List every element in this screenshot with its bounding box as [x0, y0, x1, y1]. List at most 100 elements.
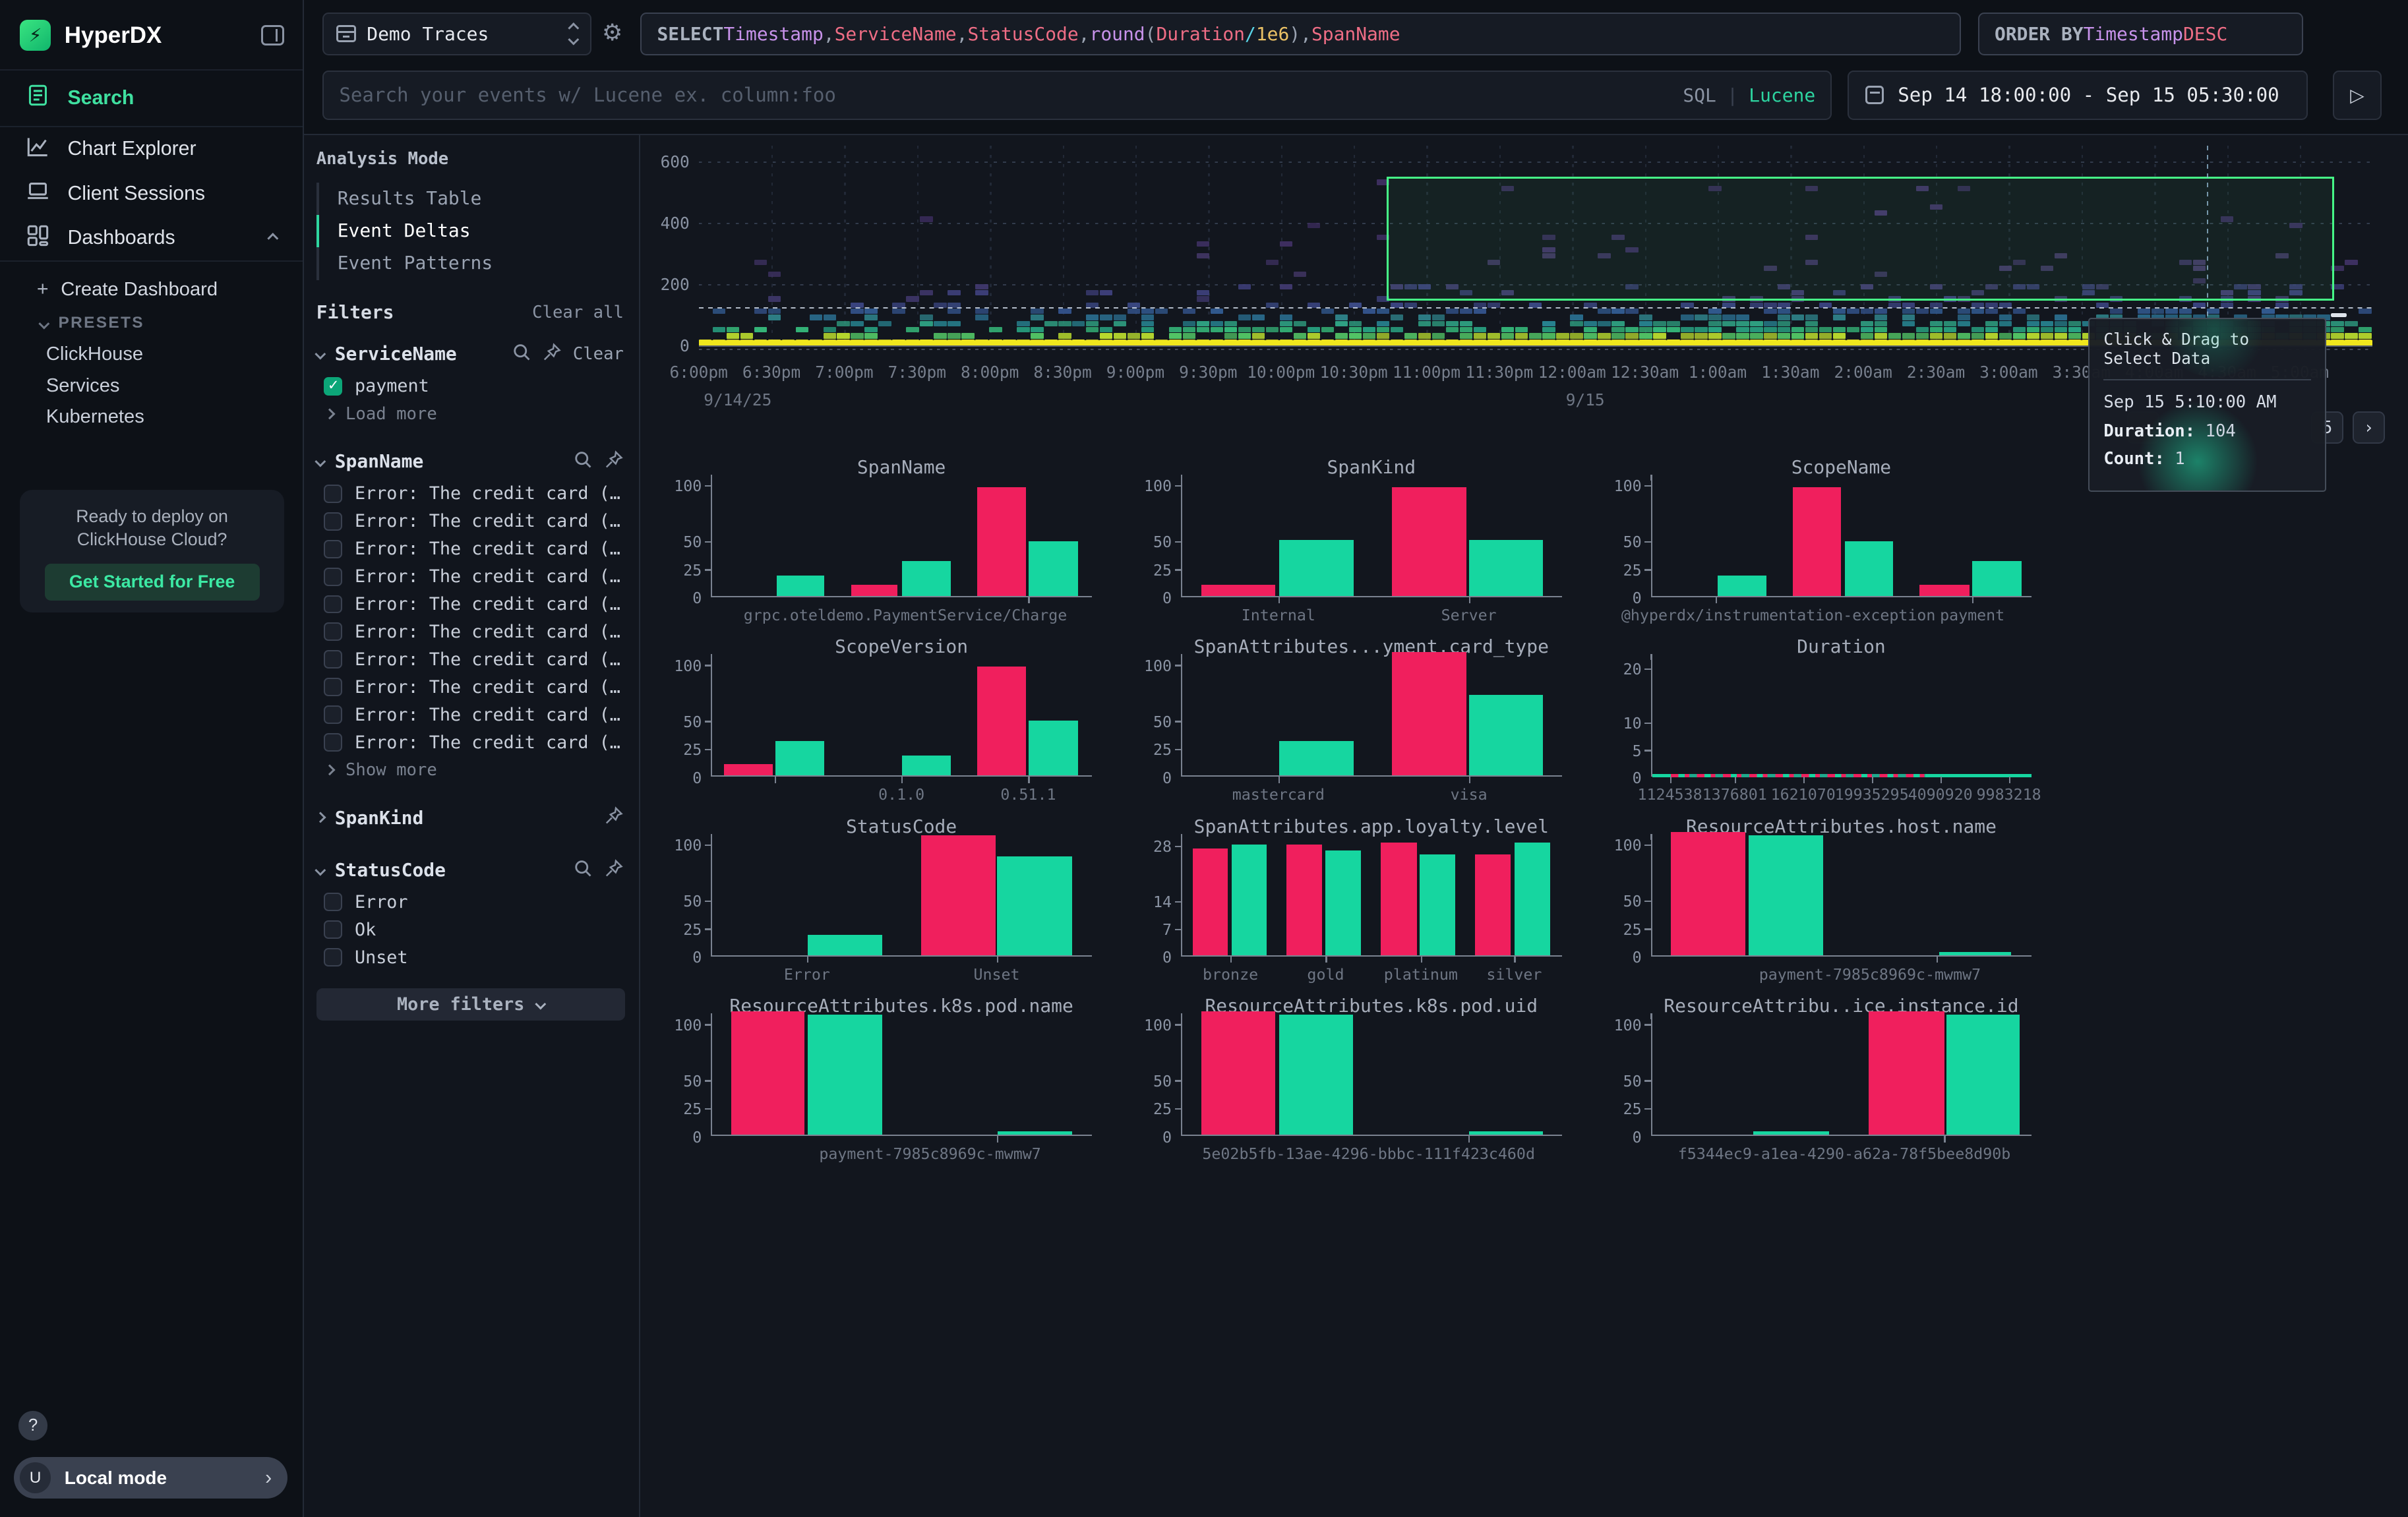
filter-option[interactable]: Error: The credit card (…: [316, 591, 624, 618]
filter-show-more[interactable]: Show more: [316, 756, 624, 784]
search-input[interactable]: [339, 84, 1683, 106]
help-button[interactable]: ?: [18, 1411, 47, 1440]
chart-plot[interactable]: [1651, 660, 2032, 777]
sidebar-item-create-dashboard[interactable]: +Create Dashboard: [0, 271, 303, 308]
filter-group-name[interactable]: SpanName: [335, 450, 562, 472]
clear-all-button[interactable]: Clear all: [532, 303, 624, 322]
chart-plot[interactable]: [1181, 660, 1562, 777]
more-filters-button[interactable]: More filters: [316, 988, 625, 1021]
filter-option[interactable]: Error: The credit card (…: [316, 563, 624, 591]
chart-plot[interactable]: [711, 481, 1092, 597]
sidebar-item-client-sessions[interactable]: Client Sessions: [0, 171, 303, 216]
sidebar-item-preset-kubernetes[interactable]: Kubernetes: [0, 402, 303, 433]
chart-plot[interactable]: [711, 1019, 1092, 1136]
filter-option[interactable]: Error: The credit card (…: [316, 480, 624, 508]
filter-option[interactable]: Error: The credit card (…: [316, 673, 624, 701]
checkbox[interactable]: [324, 512, 342, 531]
filter-option[interactable]: Error: The credit card (…: [316, 645, 624, 673]
checkbox[interactable]: [324, 650, 342, 669]
filter-option[interactable]: Error: The credit card (…: [316, 701, 624, 729]
sql-select-input[interactable]: SELECT Timestamp, ServiceName, StatusCod…: [640, 13, 1961, 55]
analysis-mode-event-deltas[interactable]: Event Deltas: [316, 215, 624, 247]
language-toggle[interactable]: SQL | Lucene: [1683, 84, 1815, 106]
chevron-right-icon: [324, 408, 334, 419]
selection-handle[interactable]: [2331, 313, 2346, 317]
chevron-down-icon[interactable]: [315, 456, 325, 467]
checkbox[interactable]: [324, 733, 342, 752]
local-mode-label: Local mode: [65, 1468, 251, 1489]
collapse-sidebar-icon[interactable]: [261, 25, 284, 45]
checkbox[interactable]: [324, 485, 342, 503]
chart-plot[interactable]: [1651, 481, 2032, 597]
date-range-picker[interactable]: Sep 14 18:00:00 - Sep 15 05:30:00: [1848, 71, 2308, 120]
order-by-input[interactable]: ORDER BY Timestamp DESC: [1978, 13, 2304, 55]
checkbox[interactable]: [324, 568, 342, 586]
chart-plot[interactable]: [1181, 840, 1562, 957]
filter-option[interactable]: Error: The credit card (…: [316, 535, 624, 563]
checkbox[interactable]: [324, 920, 342, 939]
bar: [731, 1011, 805, 1135]
chevron-right-icon[interactable]: [315, 812, 325, 823]
chart-plot[interactable]: [1651, 1019, 2032, 1136]
chart-plot[interactable]: [1181, 1019, 1562, 1136]
filter-option[interactable]: payment: [316, 372, 624, 400]
bar-chart-scopeversion: ScopeVersion025501000.1.00.51.1: [653, 636, 1123, 815]
filter-groups: ServiceName Clear paymentLoad more SpanName…: [316, 336, 624, 971]
chevron-down-icon[interactable]: [315, 349, 325, 359]
filter-option[interactable]: Unset: [316, 943, 624, 971]
pin-icon[interactable]: [604, 447, 624, 475]
checkbox[interactable]: [324, 678, 342, 696]
checkbox[interactable]: [324, 948, 342, 967]
checkbox[interactable]: [324, 705, 342, 724]
search-icon[interactable]: [573, 447, 593, 475]
filter-group-name[interactable]: SpanKind: [335, 807, 593, 829]
sidebar-item-dashboards[interactable]: Dashboards: [0, 216, 303, 261]
bar: [1279, 540, 1354, 596]
chart-plot[interactable]: [1181, 481, 1562, 597]
filter-option[interactable]: Error: [316, 888, 624, 916]
x-tick-label: 1376801: [1702, 786, 1767, 804]
clear-filter-button[interactable]: Clear: [573, 344, 624, 364]
sidebar-section-presets[interactable]: PRESETS: [0, 308, 303, 339]
pin-icon[interactable]: [604, 856, 624, 884]
checkbox[interactable]: [324, 893, 342, 911]
sidebar-item-search[interactable]: Search: [0, 71, 303, 126]
doc-search-icon: [26, 84, 49, 112]
pin-icon[interactable]: [604, 804, 624, 832]
checkbox[interactable]: [324, 595, 342, 614]
sidebar-item-preset-clickhouse[interactable]: ClickHouse: [0, 339, 303, 371]
selection-box[interactable]: [1387, 177, 2334, 301]
filter-option[interactable]: Ok: [316, 916, 624, 943]
chart-plot[interactable]: [711, 660, 1092, 777]
run-query-button[interactable]: ▷: [2333, 71, 2382, 120]
analysis-mode-results-table[interactable]: Results Table: [316, 183, 624, 215]
heatmap-x-tick: 9:00pm: [1106, 363, 1164, 382]
filter-load-more[interactable]: Load more: [316, 400, 624, 428]
checkbox-checked[interactable]: [324, 377, 342, 396]
analysis-mode-event-patterns[interactable]: Event Patterns: [316, 247, 624, 280]
search-icon[interactable]: [573, 856, 593, 884]
sidebar-item-chart-explorer[interactable]: Chart Explorer: [0, 127, 303, 172]
source-select[interactable]: Demo Traces: [322, 13, 591, 55]
chart-title: SpanAttributes...yment.card_type: [1181, 636, 1562, 657]
bar: [1286, 845, 1322, 955]
filter-group-name[interactable]: ServiceName: [335, 343, 501, 365]
filter-option[interactable]: Error: The credit card (…: [316, 508, 624, 535]
bar: [775, 741, 824, 776]
sidebar-item-preset-services[interactable]: Services: [0, 370, 303, 402]
search-icon[interactable]: [512, 340, 531, 368]
chart-plot[interactable]: [711, 840, 1092, 957]
filter-option[interactable]: Error: The credit card (…: [316, 729, 624, 756]
user-menu[interactable]: U Local mode ›: [14, 1457, 287, 1499]
chart-plot[interactable]: [1651, 840, 2032, 957]
get-started-button[interactable]: Get Started for Free: [45, 564, 260, 601]
chevron-down-icon[interactable]: [315, 864, 325, 875]
checkbox[interactable]: [324, 622, 342, 641]
next-page-button[interactable]: ›: [2353, 411, 2385, 444]
pin-icon[interactable]: [542, 340, 562, 368]
checkbox[interactable]: [324, 540, 342, 558]
filter-option[interactable]: Error: The credit card (…: [316, 618, 624, 645]
filter-group-name[interactable]: StatusCode: [335, 859, 562, 881]
bar: [902, 561, 951, 596]
gear-icon[interactable]: ⚙: [602, 20, 622, 46]
